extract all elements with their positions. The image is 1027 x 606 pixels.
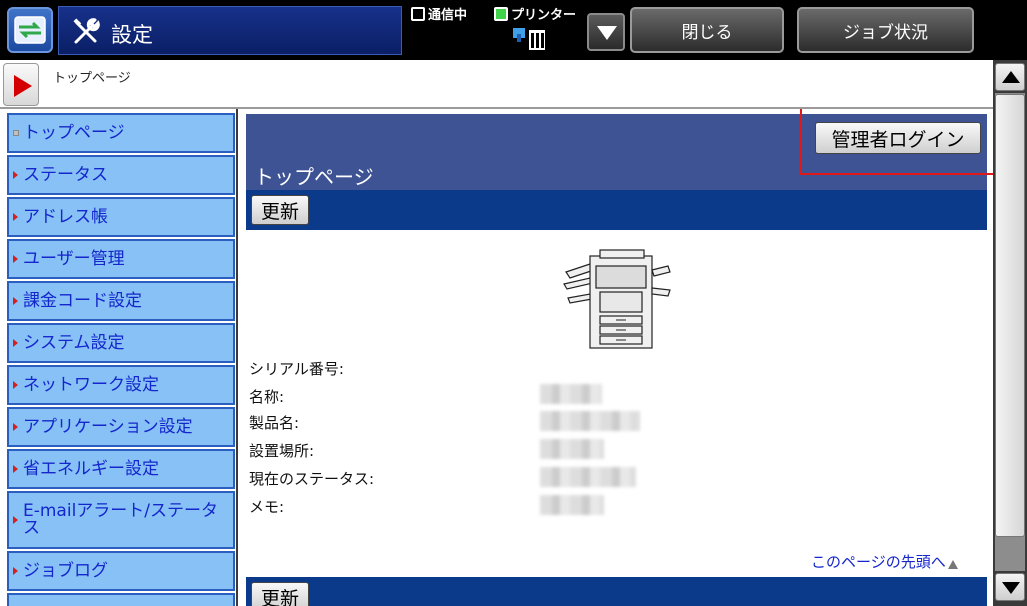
- arrow-right-icon: [13, 171, 18, 179]
- arrow-right-icon: [13, 516, 18, 524]
- breadcrumb: トップページ: [53, 71, 131, 86]
- sidebar-item-system-settings[interactable]: システム設定: [7, 323, 235, 363]
- sidebar-item-job-log[interactable]: ジョブログ: [7, 551, 235, 591]
- printer-status-label: プリンター: [511, 8, 577, 23]
- sidebar-item-label: システム設定: [23, 332, 125, 353]
- sidebar-item-label: ステータス: [23, 164, 108, 185]
- sidebar-item-application-settings[interactable]: アプリケーション設定: [7, 407, 235, 447]
- breadcrumb-bar: トップページ: [0, 60, 993, 109]
- memo-label: メモ:: [249, 498, 285, 516]
- sidebar-item-label: アドレス帳: [23, 206, 108, 227]
- printer-status-box-icon: [494, 6, 508, 21]
- sidebar-item-label: 課金コード設定: [23, 290, 142, 311]
- scroll-thumb[interactable]: [995, 94, 1025, 537]
- scrollbar[interactable]: [993, 60, 1027, 606]
- sidebar-item-label: トップページ: [23, 122, 125, 143]
- sidebar-item-label: 省エネルギー設定: [23, 458, 159, 479]
- screen: 設定 通信中 プリンター 閉じる ジョブ状況 トップページ トップページ ステー…: [0, 0, 1027, 606]
- page-top-link-label[interactable]: このページの先頭へ: [811, 551, 946, 572]
- comm-status-box-icon: [411, 6, 425, 21]
- arrow-right-icon: [13, 213, 18, 221]
- sidebar-item-label: ネットワーク設定: [23, 374, 159, 395]
- play-icon[interactable]: [3, 63, 39, 106]
- job-status-button[interactable]: ジョブ状況: [797, 7, 974, 53]
- highlight-box: [800, 109, 993, 175]
- arrow-right-icon: [13, 381, 18, 389]
- sidebar-item-energy-saving[interactable]: 省エネルギー設定: [7, 449, 235, 489]
- current-status-label: 現在のステータス:: [249, 470, 375, 488]
- serial-number-label: シリアル番号:: [249, 360, 344, 378]
- sidebar-item-network-settings[interactable]: ネットワーク設定: [7, 365, 235, 405]
- bullet-square-icon: [13, 130, 19, 136]
- product-name-label: 製品名:: [249, 414, 300, 432]
- title-panel: 設定: [58, 6, 402, 55]
- name-value-redacted: [540, 384, 602, 404]
- comm-status: 通信中: [411, 4, 467, 23]
- location-value-redacted: [540, 439, 604, 459]
- refresh-button[interactable]: 更新: [251, 582, 309, 606]
- app-switch-icon[interactable]: [7, 7, 53, 53]
- triangle-up-icon: [947, 559, 958, 569]
- sidebar-item-top-page[interactable]: トップページ: [7, 113, 235, 153]
- refresh-bar-top: 更新: [246, 190, 987, 230]
- page-header: トップページ 管理者ログイン: [246, 109, 993, 190]
- page-title: トップページ: [254, 165, 374, 189]
- scroll-down-icon[interactable]: [995, 573, 1025, 601]
- main-content: トップページ 管理者ログイン 更新 シリアル番号: 名称: 製品名: 設置場所:…: [238, 109, 993, 606]
- memo-value-redacted: [540, 495, 604, 515]
- arrow-right-icon: [13, 297, 18, 305]
- printer-status: プリンター: [494, 4, 576, 23]
- sidebar-item-email-alert[interactable]: E-mailアラート/ステータス: [7, 491, 235, 549]
- sidebar-item-address-book[interactable]: アドレス帳: [7, 197, 235, 237]
- close-button[interactable]: 閉じる: [630, 7, 784, 53]
- arrow-right-icon: [13, 465, 18, 473]
- page-top-link[interactable]: このページの先頭へ: [811, 551, 958, 572]
- sidebar-item-more[interactable]: [7, 593, 235, 606]
- product-name-value-redacted: [540, 411, 640, 431]
- sidebar: トップページ ステータス アドレス帳 ユーザー管理 課金コード設定 システム設定…: [0, 109, 238, 606]
- scroll-up-icon[interactable]: [995, 63, 1025, 91]
- page-title-header: 設定: [111, 23, 153, 47]
- refresh-button[interactable]: 更新: [251, 195, 309, 225]
- arrow-right-icon: [13, 567, 18, 575]
- printer-image: [563, 249, 671, 349]
- comm-status-label: 通信中: [428, 8, 468, 23]
- arrow-right-icon: [13, 339, 18, 347]
- printer-status-icon: [513, 28, 545, 50]
- refresh-bar-bottom: 更新: [246, 577, 987, 606]
- sidebar-item-label: E-mailアラート/ステータス: [23, 501, 219, 538]
- name-label: 名称:: [249, 388, 285, 406]
- sidebar-item-status[interactable]: ステータス: [7, 155, 235, 195]
- sidebar-item-label: アプリケーション設定: [23, 416, 193, 437]
- arrow-right-icon: [13, 423, 18, 431]
- sidebar-item-label: ユーザー管理: [23, 248, 125, 269]
- sidebar-item-label: ジョブログ: [23, 560, 108, 581]
- tools-icon: [73, 18, 100, 44]
- top-bar: 設定 通信中 プリンター 閉じる ジョブ状況: [0, 0, 1027, 60]
- status-value-redacted: [540, 467, 636, 487]
- arrow-right-icon: [13, 255, 18, 263]
- location-label: 設置場所:: [249, 442, 315, 460]
- sidebar-item-user-management[interactable]: ユーザー管理: [7, 239, 235, 279]
- sidebar-item-billing-code[interactable]: 課金コード設定: [7, 281, 235, 321]
- dropdown-button[interactable]: [587, 13, 625, 51]
